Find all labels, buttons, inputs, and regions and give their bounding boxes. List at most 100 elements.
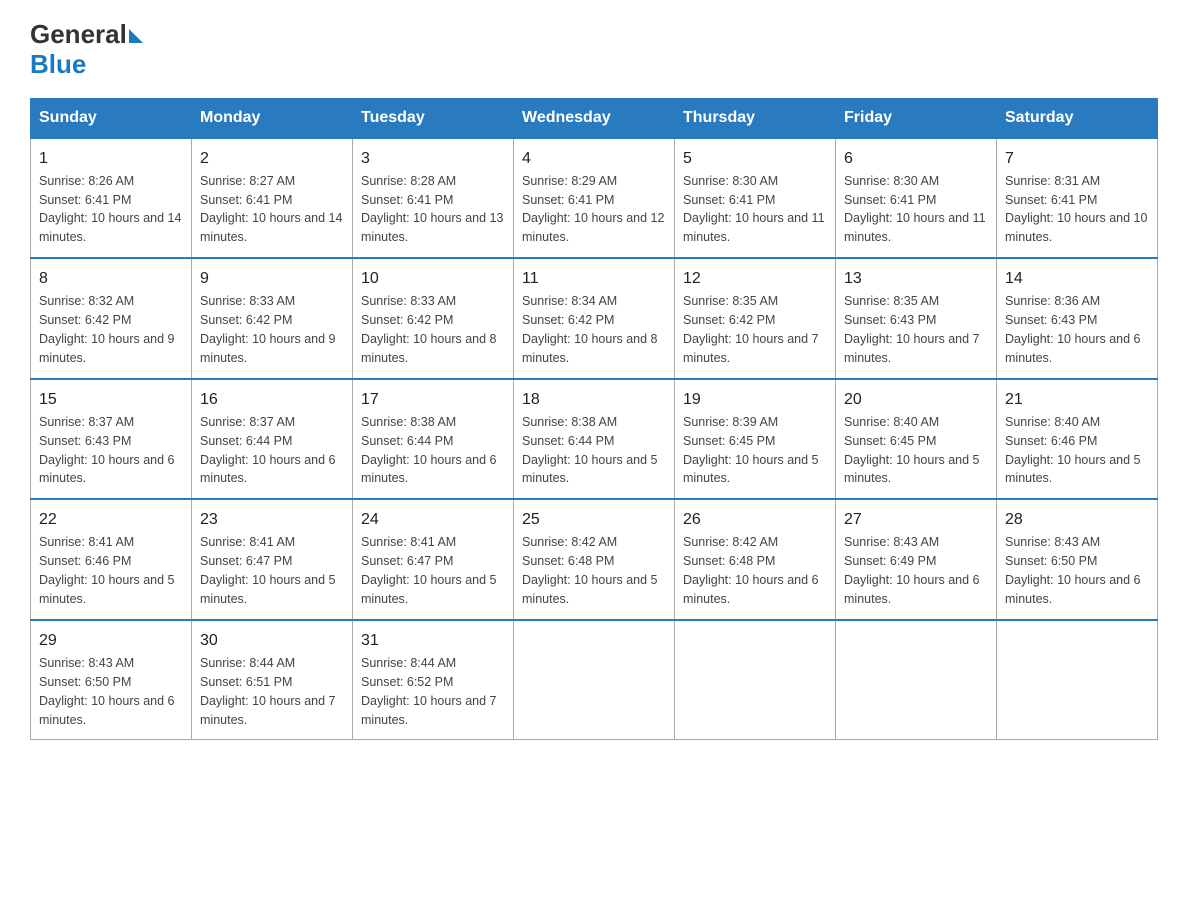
logo-triangle-icon [129,29,143,43]
header-cell-monday: Monday [192,98,353,138]
day-number: 4 [522,147,666,170]
logo-general: General [30,20,127,49]
day-info: Sunrise: 8:33 AMSunset: 6:42 PMDaylight:… [361,294,497,365]
day-number: 2 [200,147,344,170]
header-cell-tuesday: Tuesday [353,98,514,138]
calendar-cell [836,620,997,740]
calendar-cell: 18 Sunrise: 8:38 AMSunset: 6:44 PMDayligh… [514,379,675,500]
day-number: 22 [39,508,183,531]
day-info: Sunrise: 8:36 AMSunset: 6:43 PMDaylight:… [1005,294,1141,365]
day-info: Sunrise: 8:42 AMSunset: 6:48 PMDaylight:… [683,535,819,606]
header-cell-friday: Friday [836,98,997,138]
day-info: Sunrise: 8:38 AMSunset: 6:44 PMDaylight:… [361,415,497,486]
calendar-cell: 2 Sunrise: 8:27 AMSunset: 6:41 PMDaylight… [192,138,353,259]
day-info: Sunrise: 8:43 AMSunset: 6:50 PMDaylight:… [39,656,175,727]
header-cell-wednesday: Wednesday [514,98,675,138]
day-info: Sunrise: 8:37 AMSunset: 6:43 PMDaylight:… [39,415,175,486]
calendar-cell: 1 Sunrise: 8:26 AMSunset: 6:41 PMDaylight… [31,138,192,259]
day-info: Sunrise: 8:39 AMSunset: 6:45 PMDaylight:… [683,415,819,486]
calendar-week-row: 22 Sunrise: 8:41 AMSunset: 6:46 PMDayligh… [31,499,1158,620]
day-info: Sunrise: 8:43 AMSunset: 6:49 PMDaylight:… [844,535,980,606]
calendar-cell: 13 Sunrise: 8:35 AMSunset: 6:43 PMDayligh… [836,258,997,379]
day-info: Sunrise: 8:34 AMSunset: 6:42 PMDaylight:… [522,294,658,365]
day-number: 15 [39,388,183,411]
calendar-cell: 16 Sunrise: 8:37 AMSunset: 6:44 PMDayligh… [192,379,353,500]
day-info: Sunrise: 8:44 AMSunset: 6:52 PMDaylight:… [361,656,497,727]
calendar-cell: 29 Sunrise: 8:43 AMSunset: 6:50 PMDayligh… [31,620,192,740]
day-number: 10 [361,267,505,290]
day-number: 21 [1005,388,1149,411]
day-info: Sunrise: 8:33 AMSunset: 6:42 PMDaylight:… [200,294,336,365]
day-number: 9 [200,267,344,290]
header-cell-thursday: Thursday [675,98,836,138]
calendar-cell: 24 Sunrise: 8:41 AMSunset: 6:47 PMDayligh… [353,499,514,620]
calendar-header-row: SundayMondayTuesdayWednesdayThursdayFrid… [31,98,1158,138]
calendar-table: SundayMondayTuesdayWednesdayThursdayFrid… [30,98,1158,741]
day-number: 18 [522,388,666,411]
day-info: Sunrise: 8:35 AMSunset: 6:43 PMDaylight:… [844,294,980,365]
calendar-cell: 21 Sunrise: 8:40 AMSunset: 6:46 PMDayligh… [997,379,1158,500]
calendar-cell: 5 Sunrise: 8:30 AMSunset: 6:41 PMDaylight… [675,138,836,259]
calendar-cell: 17Sunrise: 8:38 AMSunset: 6:44 PMDayligh… [353,379,514,500]
day-info: Sunrise: 8:29 AMSunset: 6:41 PMDaylight:… [522,174,664,245]
day-info: Sunrise: 8:38 AMSunset: 6:44 PMDaylight:… [522,415,658,486]
calendar-cell: 25Sunrise: 8:42 AMSunset: 6:48 PMDayligh… [514,499,675,620]
day-info: Sunrise: 8:26 AMSunset: 6:41 PMDaylight:… [39,174,181,245]
calendar-cell: 26 Sunrise: 8:42 AMSunset: 6:48 PMDayligh… [675,499,836,620]
calendar-week-row: 8Sunrise: 8:32 AMSunset: 6:42 PMDaylight… [31,258,1158,379]
day-number: 7 [1005,147,1149,170]
calendar-week-row: 15 Sunrise: 8:37 AMSunset: 6:43 PMDayligh… [31,379,1158,500]
calendar-cell: 22 Sunrise: 8:41 AMSunset: 6:46 PMDayligh… [31,499,192,620]
day-info: Sunrise: 8:44 AMSunset: 6:51 PMDaylight:… [200,656,336,727]
day-info: Sunrise: 8:41 AMSunset: 6:47 PMDaylight:… [200,535,336,606]
day-info: Sunrise: 8:30 AMSunset: 6:41 PMDaylight:… [844,174,986,245]
day-number: 1 [39,147,183,170]
day-info: Sunrise: 8:41 AMSunset: 6:47 PMDaylight:… [361,535,497,606]
day-info: Sunrise: 8:40 AMSunset: 6:45 PMDaylight:… [844,415,980,486]
calendar-cell: 11Sunrise: 8:34 AMSunset: 6:42 PMDayligh… [514,258,675,379]
day-info: Sunrise: 8:27 AMSunset: 6:41 PMDaylight:… [200,174,342,245]
day-info: Sunrise: 8:41 AMSunset: 6:46 PMDaylight:… [39,535,175,606]
day-number: 16 [200,388,344,411]
calendar-cell: 7 Sunrise: 8:31 AMSunset: 6:41 PMDaylight… [997,138,1158,259]
day-number: 26 [683,508,827,531]
calendar-week-row: 29 Sunrise: 8:43 AMSunset: 6:50 PMDayligh… [31,620,1158,740]
day-number: 23 [200,508,344,531]
day-number: 3 [361,147,505,170]
day-info: Sunrise: 8:31 AMSunset: 6:41 PMDaylight:… [1005,174,1147,245]
calendar-cell: 6Sunrise: 8:30 AMSunset: 6:41 PMDaylight… [836,138,997,259]
day-info: Sunrise: 8:43 AMSunset: 6:50 PMDaylight:… [1005,535,1141,606]
day-info: Sunrise: 8:30 AMSunset: 6:41 PMDaylight:… [683,174,825,245]
calendar-cell: 4 Sunrise: 8:29 AMSunset: 6:41 PMDaylight… [514,138,675,259]
calendar-cell [675,620,836,740]
calendar-cell: 31 Sunrise: 8:44 AMSunset: 6:52 PMDayligh… [353,620,514,740]
day-info: Sunrise: 8:37 AMSunset: 6:44 PMDaylight:… [200,415,336,486]
calendar-cell: 3Sunrise: 8:28 AMSunset: 6:41 PMDaylight… [353,138,514,259]
calendar-cell [514,620,675,740]
logo: General Blue [30,20,143,80]
calendar-cell: 23 Sunrise: 8:41 AMSunset: 6:47 PMDayligh… [192,499,353,620]
calendar-cell: 12Sunrise: 8:35 AMSunset: 6:42 PMDayligh… [675,258,836,379]
day-number: 28 [1005,508,1149,531]
calendar-cell: 8Sunrise: 8:32 AMSunset: 6:42 PMDaylight… [31,258,192,379]
header-cell-saturday: Saturday [997,98,1158,138]
logo-blue: Blue [30,49,143,80]
header-cell-sunday: Sunday [31,98,192,138]
day-number: 13 [844,267,988,290]
day-number: 20 [844,388,988,411]
day-number: 19 [683,388,827,411]
page-header: General Blue [30,20,1158,80]
day-number: 29 [39,629,183,652]
day-number: 31 [361,629,505,652]
day-number: 24 [361,508,505,531]
day-info: Sunrise: 8:40 AMSunset: 6:46 PMDaylight:… [1005,415,1141,486]
day-number: 5 [683,147,827,170]
calendar-week-row: 1 Sunrise: 8:26 AMSunset: 6:41 PMDaylight… [31,138,1158,259]
calendar-body: 1 Sunrise: 8:26 AMSunset: 6:41 PMDaylight… [31,138,1158,740]
day-number: 30 [200,629,344,652]
day-number: 14 [1005,267,1149,290]
calendar-cell: 10 Sunrise: 8:33 AMSunset: 6:42 PMDayligh… [353,258,514,379]
day-number: 12 [683,267,827,290]
day-info: Sunrise: 8:32 AMSunset: 6:42 PMDaylight:… [39,294,175,365]
calendar-cell [997,620,1158,740]
